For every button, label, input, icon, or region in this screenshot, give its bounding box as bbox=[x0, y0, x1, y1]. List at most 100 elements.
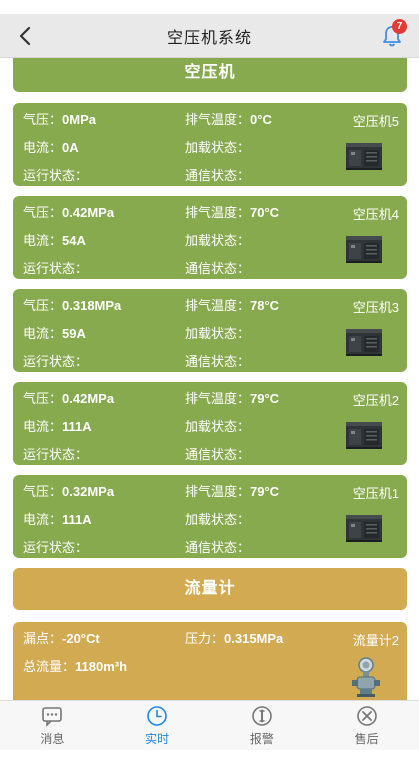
flowmeter-icon bbox=[352, 657, 380, 697]
exhaust-temp-field: 排气温度：79°C bbox=[185, 481, 279, 500]
compressor-name: 空压机3 bbox=[352, 300, 399, 315]
current-label: 电流： bbox=[23, 140, 63, 155]
compressor-section-title: 空压机 bbox=[13, 58, 407, 92]
total-flow-label: 总流量： bbox=[23, 659, 76, 674]
bottom-tab-bar: 消息 实时 报警 售后 bbox=[0, 700, 419, 750]
run-status-label: 运行状态： bbox=[23, 168, 89, 183]
air-compressor-icon bbox=[346, 329, 382, 356]
tab-realtime[interactable]: 实时 bbox=[105, 701, 210, 750]
current-value: 111A bbox=[62, 419, 92, 434]
load-status-label: 加载状态： bbox=[185, 140, 251, 155]
pressure-field: 气压：0.318MPa bbox=[23, 295, 121, 314]
current-value: 59A bbox=[62, 326, 86, 341]
tab-after-sales-label: 售后 bbox=[354, 731, 379, 746]
chevron-left-icon bbox=[19, 26, 31, 46]
pressure-value: 0.42MPa bbox=[62, 391, 115, 406]
current-field: 电流：0A bbox=[23, 137, 79, 156]
exhaust-temp-field: 排气温度：0°C bbox=[185, 109, 272, 128]
current-field: 电流：59A bbox=[23, 323, 86, 342]
tab-alarms-label: 报警 bbox=[249, 731, 274, 746]
run-status-field: 运行状态： bbox=[23, 165, 88, 184]
current-field: 电流：111A bbox=[23, 416, 92, 435]
comm-status-field: 通信状态： bbox=[185, 351, 250, 370]
flowmeter-section-title: 流量计 bbox=[13, 568, 407, 610]
current-field: 电流：54A bbox=[23, 230, 86, 249]
tab-alarms[interactable]: 报警 bbox=[210, 701, 315, 750]
current-value: 111A bbox=[62, 512, 92, 527]
pressure-value: 0.42MPa bbox=[62, 205, 115, 220]
exhaust-temp-field: 排气温度：79°C bbox=[185, 388, 279, 407]
bottom-safe-area bbox=[0, 750, 419, 765]
total-flow-field: 总流量：1180m³h bbox=[23, 656, 127, 675]
exhaust-temp-value: 79°C bbox=[250, 484, 280, 499]
run-status-field: 运行状态： bbox=[23, 351, 88, 370]
total-flow-value: 1180m³h bbox=[75, 659, 128, 674]
compressor-card[interactable]: 气压：0MPa 排气温度：0°C 空压机5 电流：0A 加载状态： 运行状态： 通信状态： bbox=[13, 103, 407, 186]
comm-status-field: 通信状态： bbox=[185, 444, 250, 463]
pressure-value: 0MPa bbox=[62, 112, 96, 127]
exhaust-temp-value: 70°C bbox=[250, 205, 280, 220]
tab-messages[interactable]: 消息 bbox=[0, 701, 105, 750]
comm-status-label: 通信状态： bbox=[185, 261, 251, 276]
air-compressor-icon bbox=[346, 236, 382, 263]
run-status-label: 运行状态： bbox=[23, 354, 89, 369]
current-label: 电流： bbox=[23, 233, 63, 248]
compressor-card[interactable]: 气压：0.42MPa 排气温度：79°C 空压机2 电流：111A 加载状态： 运行状态：… bbox=[13, 382, 407, 465]
tab-after-sales[interactable]: 售后 bbox=[314, 701, 419, 750]
current-label: 电流： bbox=[23, 512, 63, 527]
compressor-name: 空压机4 bbox=[352, 207, 399, 222]
app-header: 空压机系统 7 bbox=[0, 14, 419, 58]
comm-status-label: 通信状态： bbox=[185, 354, 251, 369]
current-label: 电流： bbox=[23, 326, 63, 341]
pressure-label: 气压： bbox=[23, 205, 63, 220]
run-status-label: 运行状态： bbox=[23, 540, 89, 555]
comm-status-label: 通信状态： bbox=[185, 447, 251, 462]
exhaust-temp-value: 0°C bbox=[250, 112, 272, 127]
load-status-field: 加载状态： bbox=[185, 323, 250, 342]
pressure-field: 气压：0MPa bbox=[23, 109, 96, 128]
back-button[interactable] bbox=[14, 24, 38, 48]
pressure-value: 0.32MPa bbox=[62, 484, 115, 499]
exhaust-temp-value: 78°C bbox=[250, 298, 280, 313]
load-status-field: 加载状态： bbox=[185, 137, 250, 156]
compressor-name: 空压机2 bbox=[352, 393, 399, 408]
flow-pressure-field: 压力：0.315MPa bbox=[185, 628, 283, 647]
compressor-card[interactable]: 气压：0.32MPa 排气温度：79°C 空压机1 电流：111A 加载状态： 运行状态：… bbox=[13, 475, 407, 558]
load-status-field: 加载状态： bbox=[185, 509, 250, 528]
pressure-value: 0.318MPa bbox=[62, 298, 122, 313]
compressor-card[interactable]: 气压：0.318MPa 排气温度：78°C 空压机3 电流：59A 加载状态： 运行状态：… bbox=[13, 289, 407, 372]
compressor-card[interactable]: 气压：0.42MPa 排气温度：70°C 空压机4 电流：54A 加载状态： 运行状态： 通… bbox=[13, 196, 407, 279]
pressure-label: 气压： bbox=[23, 484, 63, 499]
load-status-field: 加载状态： bbox=[185, 230, 250, 249]
flowmeter-name: 流量计2 bbox=[352, 633, 399, 648]
exhaust-temp-label: 排气温度： bbox=[185, 391, 251, 406]
pressure-field: 气压：0.42MPa bbox=[23, 202, 114, 221]
load-status-label: 加载状态： bbox=[185, 326, 251, 341]
dew-point-field: 漏点：-20°Ct bbox=[23, 628, 100, 647]
air-compressor-icon bbox=[346, 143, 382, 170]
comm-status-field: 通信状态： bbox=[185, 165, 250, 184]
flowmeter-section-label: 流量计 bbox=[184, 580, 236, 597]
current-field: 电流：111A bbox=[23, 509, 92, 528]
exhaust-temp-field: 排气温度：70°C bbox=[185, 202, 279, 221]
comm-status-field: 通信状态： bbox=[185, 258, 250, 277]
alarm-icon bbox=[252, 705, 272, 726]
run-status-field: 运行状态： bbox=[23, 258, 88, 277]
load-status-label: 加载状态： bbox=[185, 419, 251, 434]
air-compressor-icon bbox=[346, 422, 382, 449]
exhaust-temp-label: 排气温度： bbox=[185, 112, 251, 127]
run-status-field: 运行状态： bbox=[23, 537, 88, 556]
tab-realtime-label: 实时 bbox=[145, 731, 170, 746]
load-status-label: 加载状态： bbox=[185, 233, 251, 248]
exhaust-temp-label: 排气温度： bbox=[185, 298, 251, 313]
flowmeter-card[interactable]: 漏点：-20°Ct 压力：0.315MPa 流量计2 总流量：1180m³h bbox=[13, 622, 407, 700]
main-content[interactable]: 空压机 气压：0MPa 排气温度：0°C 空压机5 电流：0A 加载状态： 运行状态： 通信… bbox=[0, 58, 419, 700]
pressure-field: 气压：0.42MPa bbox=[23, 388, 114, 407]
comm-status-field: 通信状态： bbox=[185, 537, 250, 556]
pressure-label: 气压： bbox=[23, 298, 63, 313]
notification-button[interactable]: 7 bbox=[379, 19, 407, 49]
page-title: 空压机系统 bbox=[166, 29, 252, 47]
run-status-label: 运行状态： bbox=[23, 261, 89, 276]
compressor-name: 空压机5 bbox=[352, 114, 399, 129]
air-compressor-icon bbox=[346, 515, 382, 542]
